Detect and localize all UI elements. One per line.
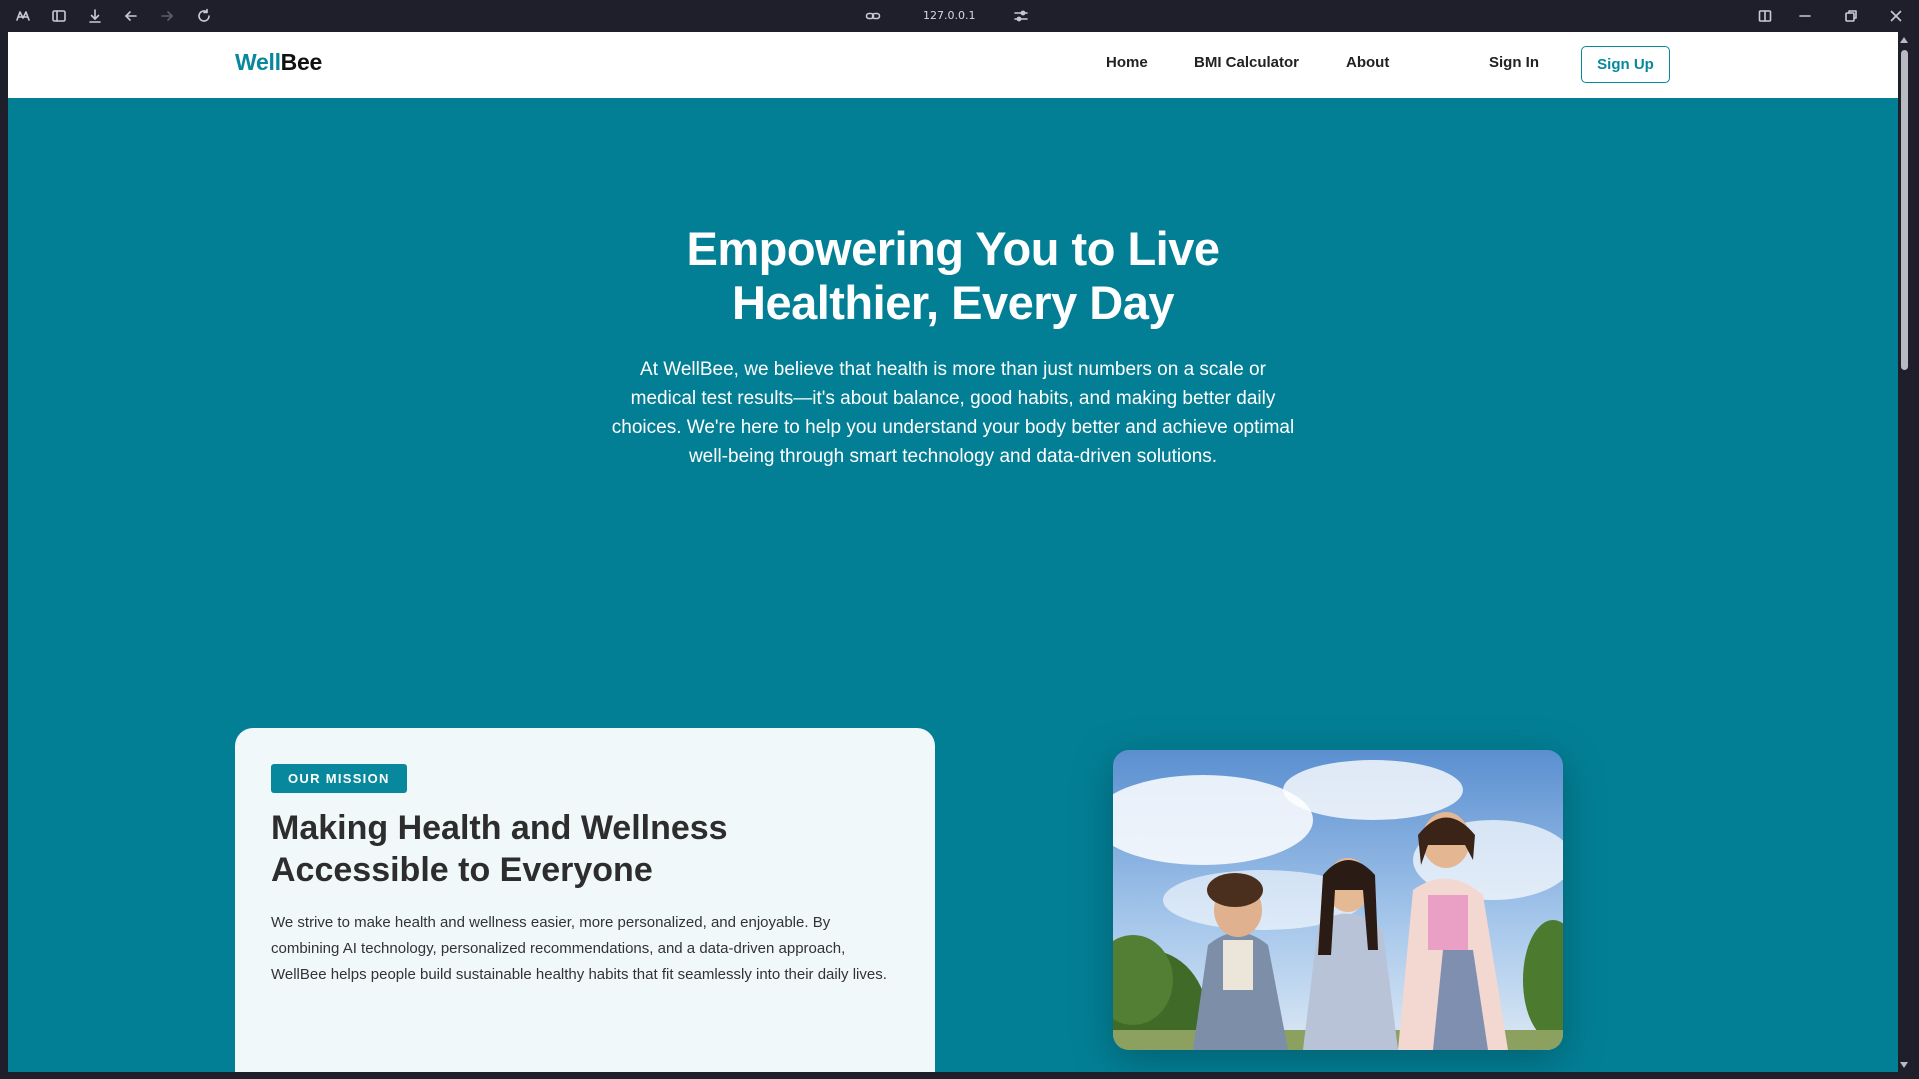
logo-text-well: Well (235, 49, 281, 75)
mission-card: OUR MISSION Making Health and Wellness A… (235, 728, 935, 1072)
link-icon[interactable] (864, 7, 882, 25)
page-scrollbar[interactable] (1898, 32, 1911, 1072)
minimize-icon[interactable] (1796, 7, 1814, 25)
sidebar-toggle-icon[interactable] (50, 7, 68, 25)
browser-logo-icon[interactable] (14, 7, 32, 25)
site-navbar: WellBee Home BMI Calculator About Sign I… (8, 32, 1898, 98)
download-icon[interactable] (86, 7, 104, 25)
split-view-icon[interactable] (1756, 7, 1774, 25)
scroll-down-arrow-icon[interactable] (1900, 1062, 1908, 1068)
mission-title: Making Health and Wellness Accessible to… (271, 809, 728, 889)
restore-icon[interactable] (1842, 7, 1860, 25)
browser-toolbar: 127.0.0.1 (0, 0, 1919, 32)
sign-up-button[interactable]: Sign Up (1581, 46, 1670, 83)
nav-link-home[interactable]: Home (1106, 54, 1148, 71)
hero-title-line-1: Empowering You to Live (686, 222, 1220, 275)
hero-description: At WellBee, we believe that health is mo… (611, 359, 1295, 467)
close-icon[interactable] (1887, 7, 1905, 25)
back-icon[interactable] (122, 7, 140, 25)
scrollbar-thumb[interactable] (1901, 50, 1908, 370)
address-bar-url[interactable]: 127.0.0.1 (923, 9, 975, 22)
site-settings-icon[interactable] (1012, 7, 1030, 25)
nav-link-about[interactable]: About (1346, 54, 1389, 71)
nav-link-bmi-calculator[interactable]: BMI Calculator (1194, 54, 1299, 71)
mission-badge: OUR MISSION (271, 764, 407, 793)
hero-title-line-2: Healthier, Every Day (732, 276, 1175, 329)
hero-title: Empowering You to Live Healthier, Every … (453, 222, 1453, 330)
mission-description: We strive to make health and wellness ea… (271, 914, 887, 983)
page-viewport: WellBee Home BMI Calculator About Sign I… (8, 32, 1898, 1072)
sign-in-link[interactable]: Sign In (1489, 54, 1539, 71)
logo-text-bee: Bee (280, 49, 323, 75)
scroll-up-arrow-icon[interactable] (1900, 37, 1908, 43)
friends-photo (1113, 750, 1563, 1050)
forward-icon[interactable] (158, 7, 176, 25)
site-logo[interactable]: WellBee (235, 49, 322, 76)
reload-icon[interactable] (195, 7, 213, 25)
